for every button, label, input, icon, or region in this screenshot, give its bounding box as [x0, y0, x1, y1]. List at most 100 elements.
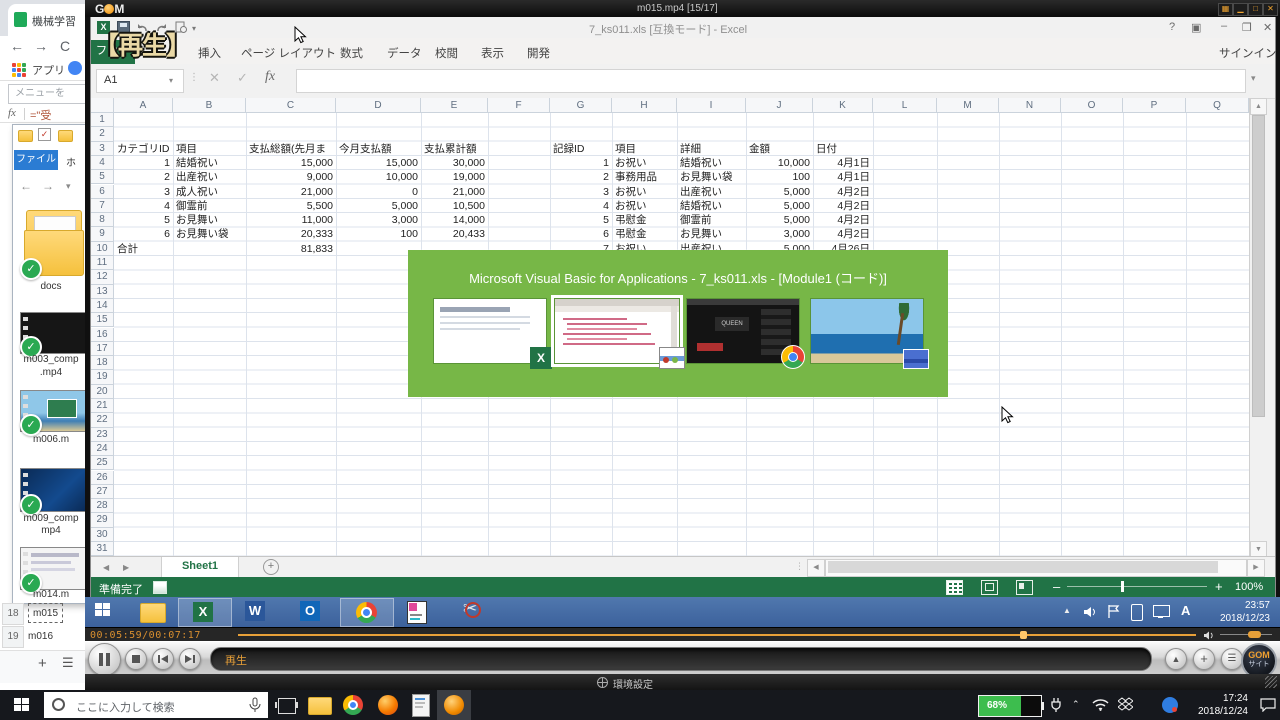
- cell[interactable]: 21,000: [246, 185, 336, 199]
- row-header[interactable]: 19: [91, 370, 114, 384]
- zoom-in-icon[interactable]: +: [1215, 579, 1223, 594]
- row-header[interactable]: 29: [91, 513, 114, 527]
- column-header[interactable]: K: [813, 98, 873, 113]
- cell[interactable]: 支払総額(先月ま: [246, 142, 336, 156]
- macro-record-icon[interactable]: [153, 581, 167, 594]
- cell[interactable]: 100: [336, 227, 421, 241]
- row-header[interactable]: 6: [91, 185, 114, 199]
- row-header[interactable]: 27: [91, 485, 114, 499]
- cortana-app-icon[interactable]: [1162, 697, 1178, 713]
- column-header[interactable]: F: [488, 98, 550, 113]
- row-header[interactable]: 2: [91, 127, 114, 141]
- cell[interactable]: 4月2日: [813, 185, 873, 199]
- row-header[interactable]: 30: [91, 528, 114, 542]
- flag-icon[interactable]: [1107, 604, 1120, 619]
- cell[interactable]: 0: [336, 185, 421, 199]
- cell[interactable]: お見舞い袋: [173, 227, 246, 241]
- column-header[interactable]: D: [336, 98, 421, 113]
- cell[interactable]: 結婚祝い: [173, 156, 246, 170]
- cell[interactable]: 4月1日: [813, 170, 873, 184]
- apps-grid-icon[interactable]: [12, 63, 26, 77]
- explorer-file-tab[interactable]: ファイル: [14, 150, 58, 170]
- cell[interactable]: 5,000: [746, 199, 813, 213]
- cell[interactable]: 結婚祝い: [677, 156, 746, 170]
- tab-view[interactable]: 表示: [481, 45, 504, 61]
- hscroll-thumb[interactable]: [828, 561, 1218, 573]
- open-file-button[interactable]: +: [1193, 648, 1215, 670]
- row-header[interactable]: 17: [91, 342, 114, 356]
- cell[interactable]: 9,000: [246, 170, 336, 184]
- column-header[interactable]: L: [873, 98, 937, 113]
- row-header[interactable]: 20: [91, 385, 114, 399]
- resize-grip[interactable]: [1265, 676, 1277, 688]
- start-icon[interactable]: [95, 603, 110, 616]
- outlook-icon[interactable]: O: [300, 601, 320, 621]
- hscroll-left-icon[interactable]: ◀: [807, 559, 825, 577]
- display-network-icon[interactable]: [1153, 605, 1170, 617]
- cell[interactable]: お祝い: [612, 185, 677, 199]
- cell[interactable]: 10,000: [746, 156, 813, 170]
- cell[interactable]: 14,000: [421, 213, 488, 227]
- cell-m015[interactable]: m015: [28, 603, 63, 623]
- cell[interactable]: 御霊前: [677, 213, 746, 227]
- ribbon-options-icon[interactable]: ▣: [1191, 21, 1201, 34]
- column-header[interactable]: I: [677, 98, 746, 113]
- column-header[interactable]: B: [173, 98, 246, 113]
- gom-minimize-button[interactable]: ▁: [1233, 3, 1248, 16]
- sheet-tab-sheet1[interactable]: Sheet1: [161, 557, 239, 579]
- snipping-tool-icon[interactable]: ✂: [463, 599, 477, 619]
- row-header[interactable]: 25: [91, 456, 114, 470]
- chevron-down-icon[interactable]: ▾: [66, 181, 71, 192]
- sheet-next-icon[interactable]: ▶: [123, 563, 129, 572]
- tab-developer[interactable]: 開発: [527, 45, 550, 61]
- folder-icon[interactable]: [58, 130, 73, 142]
- cell[interactable]: 3,000: [746, 227, 813, 241]
- column-header[interactable]: N: [999, 98, 1061, 113]
- scroll-up-icon[interactable]: ▲: [1250, 98, 1267, 115]
- qat-dropdown-icon[interactable]: ▾: [192, 24, 196, 33]
- video-clock[interactable]: 23:57 2018/12/23: [1195, 599, 1270, 625]
- row-header[interactable]: 8: [91, 213, 114, 227]
- all-sheets-icon[interactable]: ☰: [62, 655, 74, 671]
- eject-button[interactable]: ▲: [1165, 648, 1187, 670]
- explorer-icon[interactable]: [308, 697, 332, 715]
- cell[interactable]: 1: [550, 156, 612, 170]
- cell[interactable]: 2: [114, 170, 173, 184]
- row-header[interactable]: 21: [91, 399, 114, 413]
- cell[interactable]: 今月支払額: [336, 142, 421, 156]
- bookmarks-label[interactable]: アプリ: [32, 62, 65, 78]
- row-header[interactable]: 15: [91, 313, 114, 327]
- zoom-slider-track[interactable]: [1067, 586, 1207, 587]
- row-header[interactable]: 14: [91, 299, 114, 313]
- excel-title-bar[interactable]: X ▾ 7_ks011.xls [互換モード] - Excel ? ▣ – ❐ …: [91, 17, 1275, 38]
- alt-tab-thumb-vba[interactable]: [554, 298, 680, 364]
- cell[interactable]: 21,000: [421, 185, 488, 199]
- cell[interactable]: 6: [550, 227, 612, 241]
- column-header[interactable]: H: [612, 98, 677, 113]
- task-view-icon[interactable]: [278, 698, 296, 714]
- cell[interactable]: 1: [114, 156, 173, 170]
- battery-indicator[interactable]: 68%: [978, 695, 1042, 717]
- cell[interactable]: 5: [550, 213, 612, 227]
- gom-settings-label[interactable]: 環境設定: [613, 676, 653, 691]
- gom-maximize-button[interactable]: □: [1248, 3, 1263, 16]
- start-icon[interactable]: [14, 698, 29, 711]
- column-header[interactable]: J: [746, 98, 813, 113]
- column-header[interactable]: O: [1061, 98, 1123, 113]
- stop-button[interactable]: [125, 648, 147, 670]
- tray-chevron-up-icon[interactable]: ⌃: [1072, 699, 1080, 710]
- row-header[interactable]: 31: [91, 542, 114, 556]
- action-center-icon[interactable]: [1260, 698, 1276, 712]
- cell[interactable]: 5,000: [336, 199, 421, 213]
- cell[interactable]: 出産祝い: [173, 170, 246, 184]
- cell[interactable]: 記録ID: [550, 142, 612, 156]
- mic-icon[interactable]: [248, 697, 262, 713]
- gom-taskbar-button[interactable]: [437, 690, 471, 720]
- row-header[interactable]: 22: [91, 413, 114, 427]
- cell[interactable]: 結婚祝い: [677, 199, 746, 213]
- notes-app-icon[interactable]: [407, 601, 427, 624]
- next-button[interactable]: [179, 648, 201, 670]
- row-header[interactable]: 1: [91, 113, 114, 127]
- row-header[interactable]: 26: [91, 471, 114, 485]
- chrome-taskbar-button[interactable]: [340, 598, 394, 627]
